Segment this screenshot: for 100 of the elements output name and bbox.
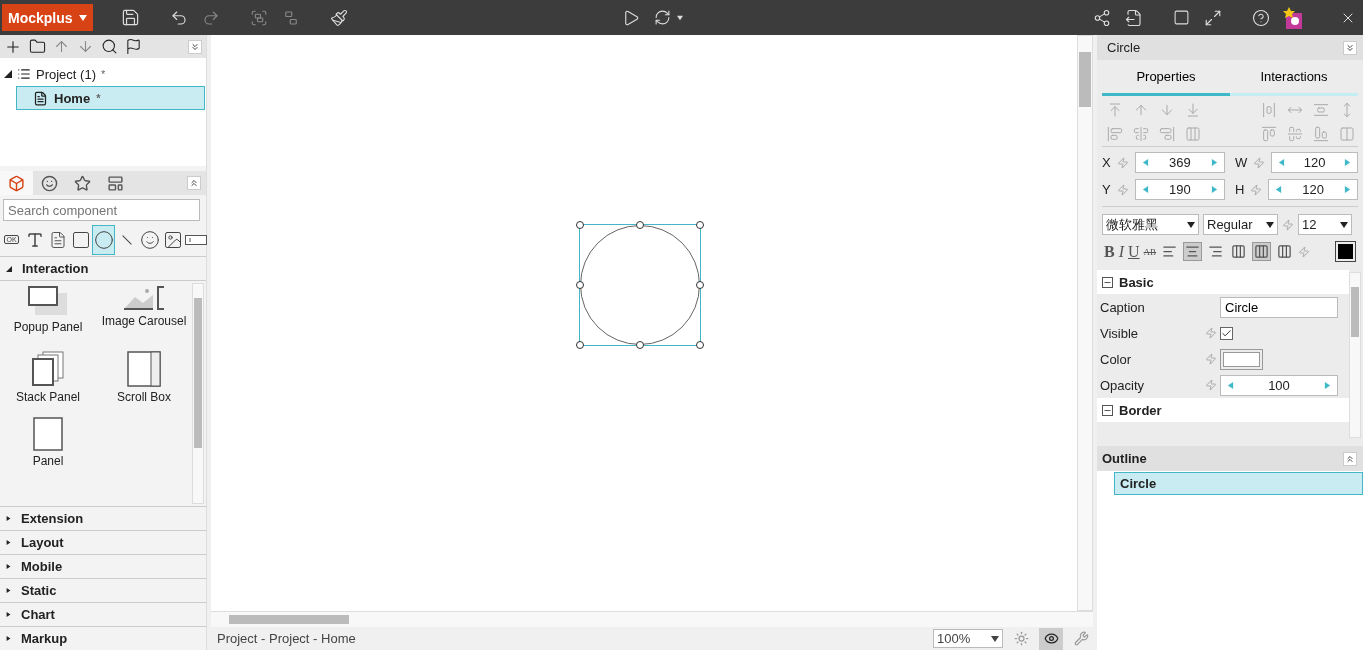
property-label: Visible <box>1100 325 1140 341</box>
right-arrow-icon <box>1211 186 1218 193</box>
search-icon[interactable] <box>101 38 118 55</box>
export-icon[interactable] <box>1124 8 1143 27</box>
app-menu-button[interactable]: Mockplus <box>2 4 93 31</box>
tree-item[interactable]: Project (1) <box>36 66 96 82</box>
fullscreen-icon[interactable] <box>1203 8 1222 27</box>
component-label[interactable]: Panel <box>32 454 64 468</box>
help-icon[interactable] <box>1251 8 1270 27</box>
expand-arrow-icon[interactable] <box>4 70 12 78</box>
save-icon[interactable] <box>120 8 140 27</box>
share-icon[interactable] <box>1092 8 1111 27</box>
collapse-button[interactable] <box>187 176 201 190</box>
text-align-button[interactable] <box>1183 242 1203 261</box>
collapse-button[interactable] <box>1343 451 1357 466</box>
component-item[interactable] <box>92 224 115 255</box>
flag-icon[interactable] <box>125 38 142 55</box>
caret-icon[interactable] <box>676 14 683 21</box>
category-header[interactable]: Interaction <box>0 257 206 281</box>
font-size-select[interactable]: 12 <box>1298 214 1352 235</box>
opacity-stepper[interactable]: 100 <box>1220 374 1338 396</box>
rectangle-component-icon <box>70 229 91 250</box>
left-arrow-icon <box>1141 159 1149 166</box>
left-arrow-icon <box>1141 186 1149 193</box>
section-header[interactable]: Basic <box>1097 270 1349 294</box>
component-tab[interactable] <box>0 171 33 195</box>
modified-mark: * <box>100 68 106 80</box>
list-icon <box>17 67 31 81</box>
checkbox[interactable] <box>1220 326 1233 340</box>
search-field[interactable]: Search component <box>3 199 200 221</box>
arrow-up-icon[interactable] <box>53 38 70 55</box>
field-label: X <box>1102 155 1111 170</box>
group-icon[interactable] <box>249 8 268 27</box>
lightning-icon <box>1205 353 1217 365</box>
chevrons-up-icon <box>189 178 199 188</box>
section-header[interactable]: Border <box>1097 398 1349 422</box>
zoom-select[interactable]: 100% <box>933 629 1003 648</box>
arrow-down-icon[interactable] <box>77 38 94 55</box>
format-button[interactable]: U <box>1128 242 1140 261</box>
panel-title: Circle <box>1107 40 1141 55</box>
panel-drawing <box>33 417 63 451</box>
window-icon[interactable] <box>1172 9 1190 26</box>
image-carousel-drawing <box>123 285 165 311</box>
format-button[interactable]: B <box>1104 242 1115 261</box>
lightning-icon <box>1282 218 1294 231</box>
right-arrow-icon <box>1344 186 1351 193</box>
property-label: Caption <box>1100 299 1146 315</box>
scrollbar[interactable] <box>1077 35 1093 611</box>
text-color-swatch[interactable] <box>1335 241 1356 262</box>
stack-panel-drawing <box>31 351 65 387</box>
component-label[interactable]: Scroll Box <box>117 390 171 404</box>
category-header[interactable]: Chart <box>0 602 206 626</box>
right-arrow-icon <box>1324 381 1331 389</box>
number-stepper[interactable]: 190 <box>1134 179 1225 200</box>
property-label: Opacity <box>1100 377 1146 393</box>
paintbrush-icon[interactable] <box>329 8 348 27</box>
caret-icon <box>1187 220 1195 229</box>
undo-icon[interactable] <box>169 8 188 27</box>
refresh-icon[interactable] <box>653 9 671 26</box>
format-button[interactable]: AB <box>1143 246 1157 257</box>
caption-field[interactable]: Circle <box>1220 296 1338 318</box>
modified-mark: * <box>96 92 101 104</box>
collapse-button[interactable] <box>188 39 202 54</box>
scrollbar[interactable] <box>1349 272 1361 438</box>
component-label[interactable]: Popup Panel <box>13 320 83 334</box>
category-header[interactable]: Mobile <box>0 554 206 578</box>
font-family-select[interactable]: 微软雅黑 <box>1102 214 1199 235</box>
lightning-icon <box>1298 245 1311 258</box>
format-button[interactable]: I <box>1118 242 1124 261</box>
category-header[interactable]: Extension <box>0 506 206 530</box>
folder-icon[interactable] <box>29 38 46 55</box>
smiley-component-icon <box>139 229 160 250</box>
category-header[interactable]: Markup <box>0 626 206 650</box>
font-style-select[interactable]: Regular <box>1203 214 1278 235</box>
redo-icon[interactable] <box>201 8 220 27</box>
category-header[interactable]: Static <box>0 578 206 602</box>
category-header[interactable]: Layout <box>0 530 206 554</box>
number-stepper[interactable]: 120 <box>1271 152 1358 173</box>
chevrons-down-icon <box>1345 42 1355 53</box>
component-label[interactable]: Stack Panel <box>15 390 80 404</box>
number-stepper[interactable]: 369 <box>1134 152 1225 173</box>
tab[interactable]: Interactions <box>1230 60 1358 96</box>
outline-item[interactable]: Circle <box>1114 472 1363 495</box>
left-arrow-icon <box>1227 381 1234 389</box>
scrollbar[interactable] <box>192 283 204 504</box>
scrollbar[interactable] <box>211 611 1093 627</box>
field-label: H <box>1235 182 1245 197</box>
caret-icon <box>991 634 999 643</box>
color-swatch[interactable] <box>1220 348 1263 370</box>
number-stepper[interactable]: 120 <box>1268 179 1358 200</box>
collapse-button[interactable] <box>1343 40 1357 55</box>
lightning-icon <box>1253 156 1266 169</box>
chevrons-up-icon <box>1345 453 1355 464</box>
eye-icon[interactable] <box>1039 627 1063 650</box>
component-label[interactable]: Image Carousel <box>101 314 187 328</box>
tree-item[interactable]: Home * <box>16 86 205 110</box>
circle-component-icon <box>93 229 114 250</box>
checkmark-icon <box>1221 327 1232 339</box>
tab[interactable]: Properties <box>1102 60 1230 96</box>
vertical-align-button[interactable] <box>1252 242 1272 261</box>
